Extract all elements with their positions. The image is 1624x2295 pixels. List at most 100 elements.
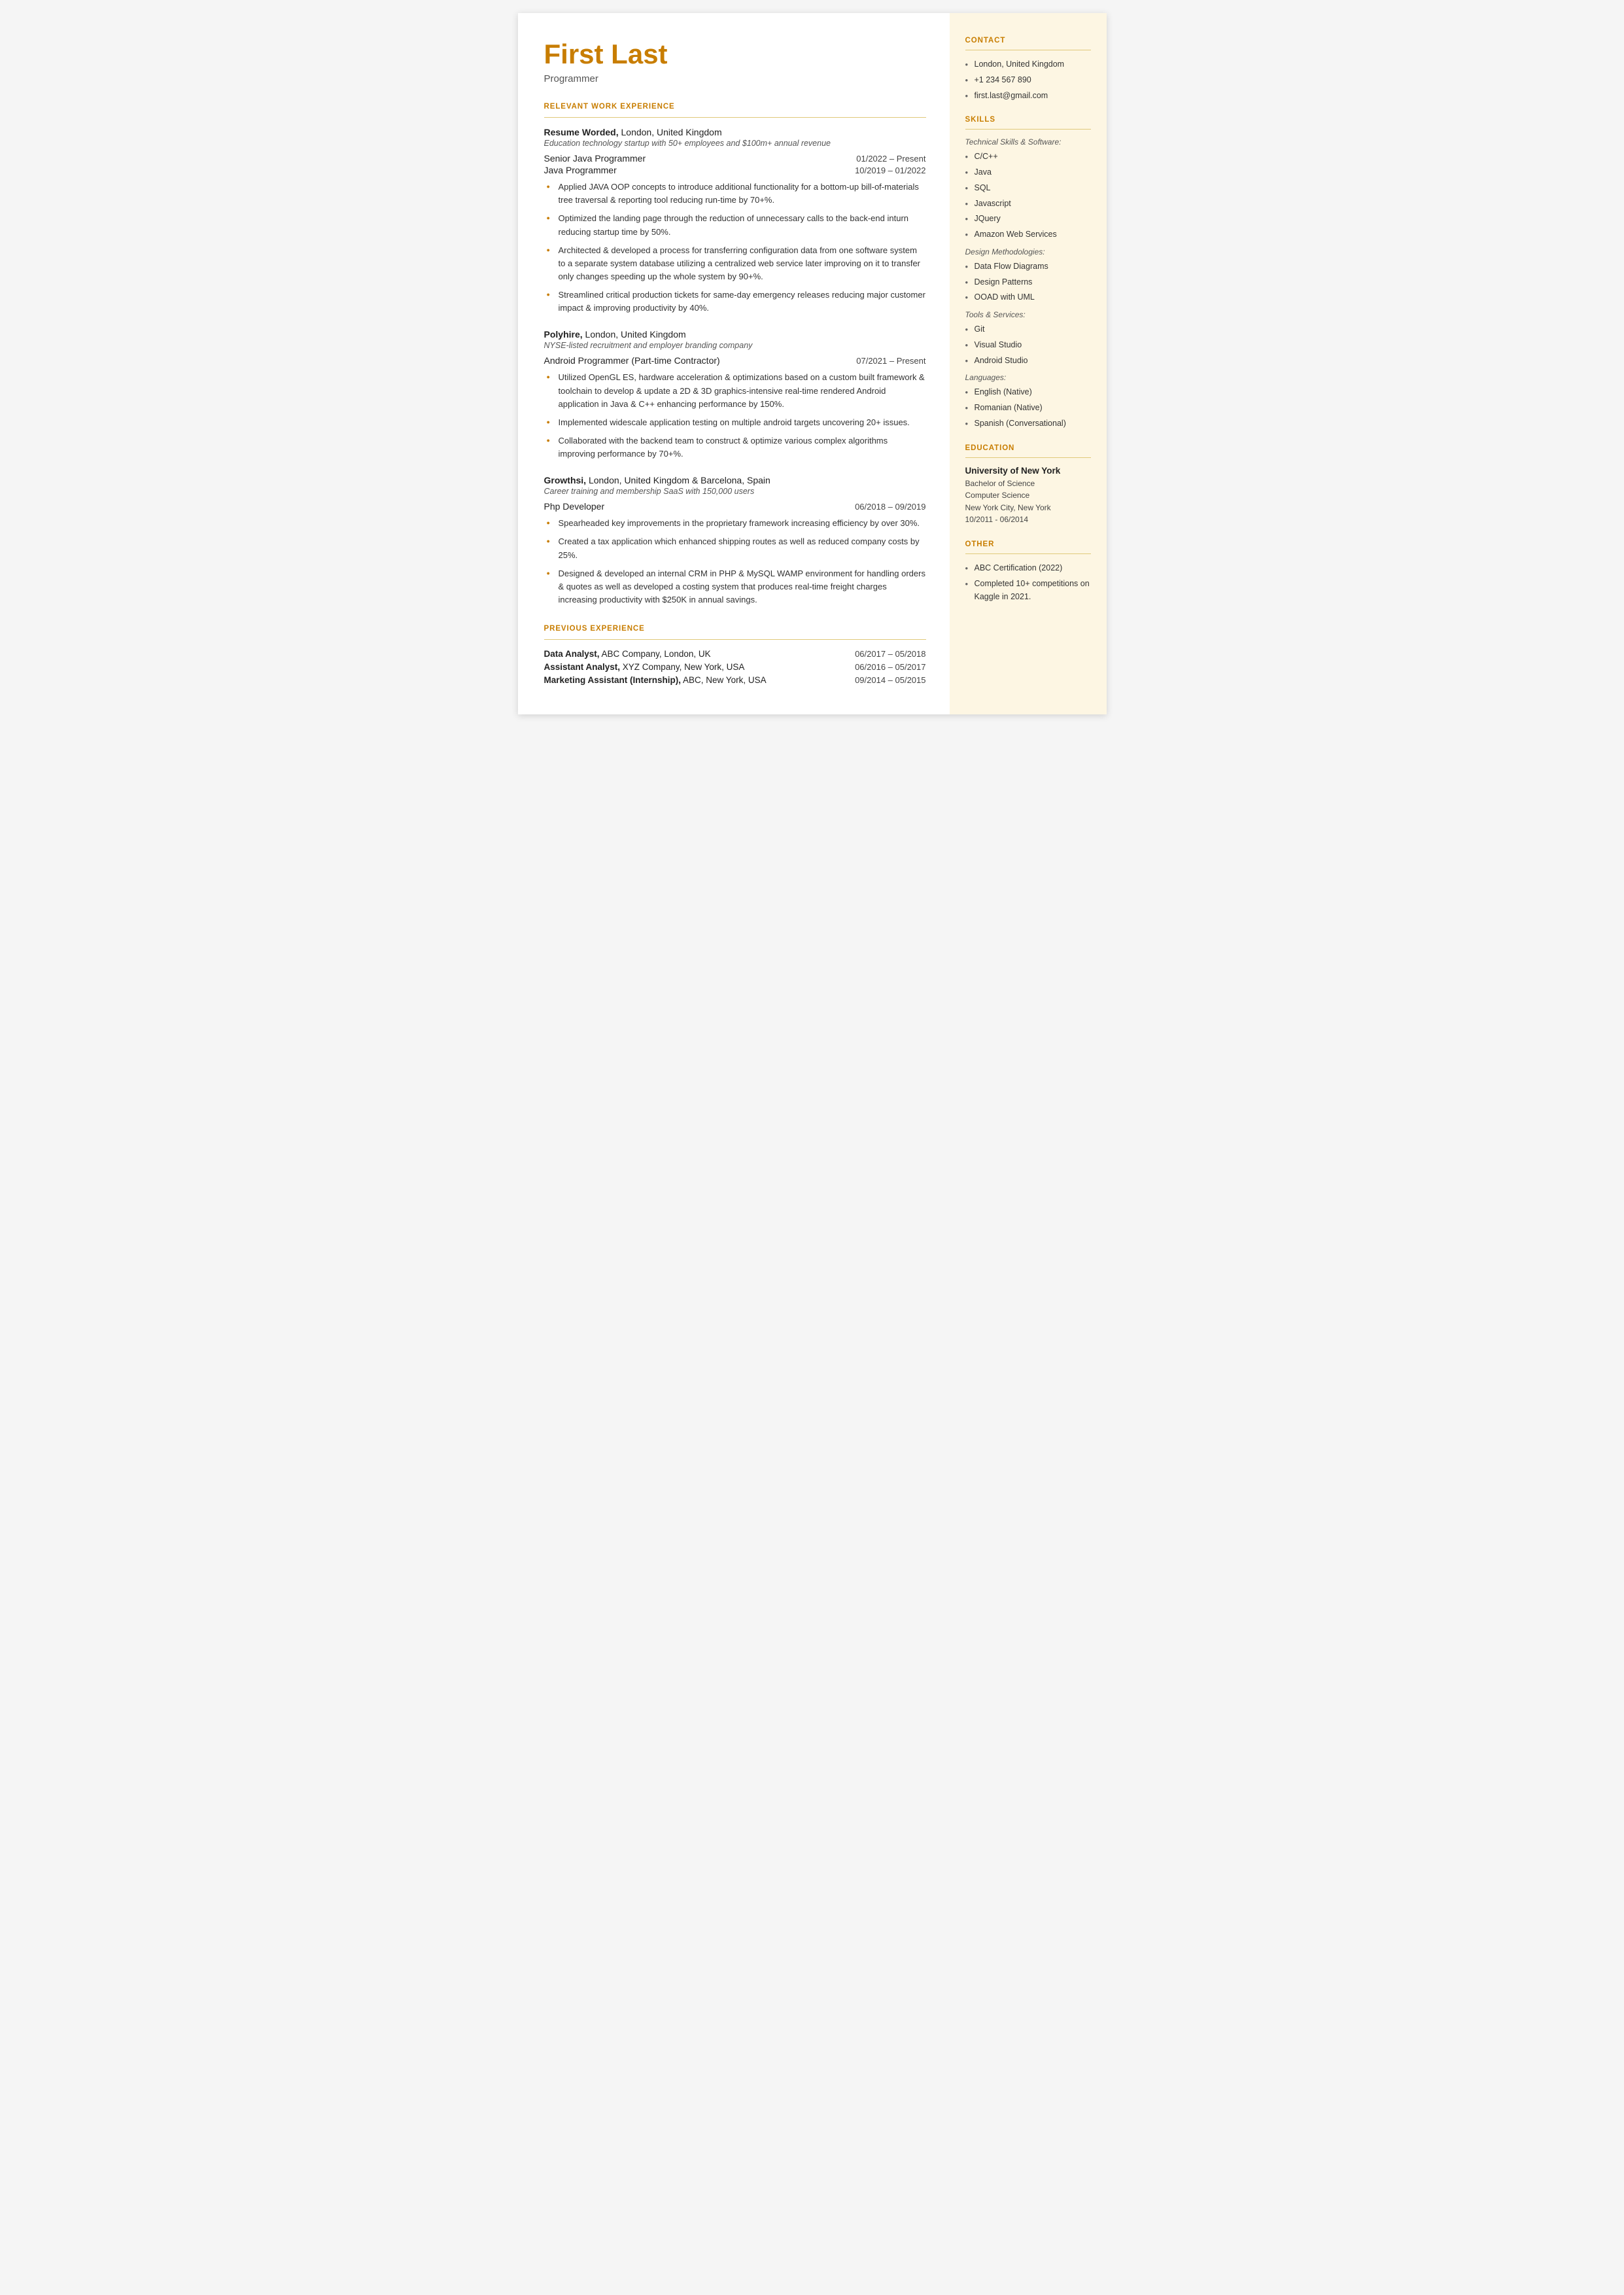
other-item-0: ABC Certification (2022) — [965, 562, 1091, 574]
skill-item-1-2: OOAD with UML — [965, 291, 1091, 304]
education-title: EDUCATION — [965, 444, 1091, 452]
prev-exp-row-0: Data Analyst, ABC Company, London, UK 06/… — [544, 649, 926, 659]
job-row-0-1: Java Programmer 10/2019 – 01/2022 — [544, 165, 926, 175]
bullet-item-2-1: Created a tax application which enhanced… — [544, 535, 926, 561]
bullet-item-0-2: Architected & developed a process for tr… — [544, 244, 926, 283]
edu-degree: Bachelor of Science — [965, 478, 1091, 490]
companies-container: Resume Worded, London, United Kingdom Edu… — [544, 127, 926, 606]
education-divider — [965, 457, 1091, 458]
company-desc-0: Education technology startup with 50+ em… — [544, 139, 926, 148]
divider-relevant-work — [544, 117, 926, 118]
bullet-item-0-0: Applied JAVA OOP concepts to introduce a… — [544, 181, 926, 207]
job-row-2-0: Php Developer 06/2018 – 09/2019 — [544, 501, 926, 512]
edu-location: New York City, New York — [965, 502, 1091, 514]
other-container: ABC Certification (2022) Completed 10+ co… — [965, 562, 1091, 603]
bullet-item-2-0: Spearheaded key improvements in the prop… — [544, 517, 926, 530]
skill-item-3-1: Romanian (Native) — [965, 402, 1091, 414]
company-name-0: Resume Worded, London, United Kingdom — [544, 127, 926, 137]
previous-experience-container: Data Analyst, ABC Company, London, UK 06/… — [544, 649, 926, 685]
skill-item-0-3: Javascript — [965, 198, 1091, 210]
company-name-2: Growthsi, London, United Kingdom & Barce… — [544, 475, 926, 485]
prev-exp-row-2: Marketing Assistant (Internship), ABC, N… — [544, 675, 926, 685]
skills-list-1: Data Flow Diagrams Design Patterns OOAD wi… — [965, 260, 1091, 304]
contact-title: CONTACT — [965, 37, 1091, 44]
skill-item-0-5: Amazon Web Services — [965, 228, 1091, 241]
skills-container: Technical Skills & Software: C/C++ Java SQL… — [965, 137, 1091, 429]
bullet-list-1: Utilized OpenGL ES, hardware acceleratio… — [544, 371, 926, 461]
skills-title: SKILLS — [965, 116, 1091, 124]
prev-exp-date-0: 06/2017 – 05/2018 — [855, 649, 925, 659]
skill-item-2-2: Android Studio — [965, 355, 1091, 367]
skill-item-1-1: Design Patterns — [965, 276, 1091, 289]
company-name-1: Polyhire, London, United Kingdom — [544, 329, 926, 340]
applicant-name: First Last — [544, 39, 926, 69]
company-block-2: Growthsi, London, United Kingdom & Barce… — [544, 475, 926, 606]
contact-list: London, United Kingdom +1 234 567 890 firs… — [965, 58, 1091, 101]
skill-item-1-0: Data Flow Diagrams — [965, 260, 1091, 273]
company-block-0: Resume Worded, London, United Kingdom Edu… — [544, 127, 926, 315]
skills-subcategory-1: Design Methodologies: — [965, 247, 1091, 256]
skills-subcategory-0: Technical Skills & Software: — [965, 137, 1091, 147]
resume-container: First Last Programmer RELEVANT WORK EXPE… — [518, 13, 1107, 714]
job-title-2-0: Php Developer — [544, 501, 605, 512]
job-date-1-0: 07/2021 – Present — [856, 356, 925, 366]
job-row-0-0: Senior Java Programmer 01/2022 – Present — [544, 153, 926, 164]
company-desc-2: Career training and membership SaaS with… — [544, 487, 926, 496]
prev-exp-label-0: Data Analyst, ABC Company, London, UK — [544, 649, 711, 659]
skill-item-2-0: Git — [965, 323, 1091, 336]
skills-list-0: C/C++ Java SQL Javascript JQuery Amazon Web S… — [965, 150, 1091, 241]
other-title: OTHER — [965, 540, 1091, 548]
prev-exp-label-2: Marketing Assistant (Internship), ABC, N… — [544, 675, 767, 685]
skill-item-0-0: C/C++ — [965, 150, 1091, 163]
skills-list-3: English (Native) Romanian (Native) Spanish… — [965, 386, 1091, 429]
contact-item-0: London, United Kingdom — [965, 58, 1091, 71]
skill-item-0-1: Java — [965, 166, 1091, 179]
skills-section: SKILLS Technical Skills & Software: C/C++… — [965, 116, 1091, 429]
contact-item-2: first.last@gmail.com — [965, 90, 1091, 102]
education-section: EDUCATION University of New York Bachelo… — [965, 444, 1091, 526]
company-block-1: Polyhire, London, United KingdomNYSE-lis… — [544, 329, 926, 461]
skills-subcategory-3: Languages: — [965, 373, 1091, 382]
bullet-list-2: Spearheaded key improvements in the prop… — [544, 517, 926, 606]
prev-exp-date-2: 09/2014 – 05/2015 — [855, 675, 925, 685]
job-row-1-0: Android Programmer (Part-time Contractor… — [544, 355, 926, 366]
job-title-0-1: Java Programmer — [544, 165, 617, 175]
contact-item-1: +1 234 567 890 — [965, 74, 1091, 86]
skill-item-0-4: JQuery — [965, 213, 1091, 225]
contact-section: CONTACT London, United Kingdom +1 234 567… — [965, 37, 1091, 101]
edu-school: University of New York — [965, 466, 1091, 476]
prev-exp-row-1: Assistant Analyst, XYZ Company, New York… — [544, 662, 926, 672]
other-item-1: Completed 10+ competitions on Kaggle in … — [965, 578, 1091, 603]
job-title-0-0: Senior Java Programmer — [544, 153, 646, 164]
other-section: OTHER ABC Certification (2022) Completed … — [965, 540, 1091, 603]
prev-exp-date-1: 06/2016 – 05/2017 — [855, 662, 925, 672]
edu-dates: 10/2011 - 06/2014 — [965, 514, 1091, 526]
section-relevant-work-title: RELEVANT WORK EXPERIENCE — [544, 103, 926, 111]
prev-exp-label-1: Assistant Analyst, XYZ Company, New York… — [544, 662, 745, 672]
divider-previous-work — [544, 639, 926, 640]
skill-item-2-1: Visual Studio — [965, 339, 1091, 351]
bullet-item-2-2: Designed & developed an internal CRM in … — [544, 567, 926, 606]
job-title-1-0: Android Programmer (Part-time Contractor… — [544, 355, 720, 366]
job-date-2-0: 06/2018 – 09/2019 — [855, 502, 925, 512]
bullet-item-0-1: Optimized the landing page through the r… — [544, 212, 926, 238]
left-column: First Last Programmer RELEVANT WORK EXPE… — [518, 13, 950, 714]
section-previous-work-title: PREVIOUS EXPERIENCE — [544, 625, 926, 633]
skill-item-3-0: English (Native) — [965, 386, 1091, 398]
bullet-item-0-3: Streamlined critical production tickets … — [544, 289, 926, 315]
company-desc-1: NYSE-listed recruitment and employer bra… — [544, 341, 926, 350]
skill-item-0-2: SQL — [965, 182, 1091, 194]
right-column: CONTACT London, United Kingdom +1 234 567… — [950, 13, 1107, 714]
job-date-0-0: 01/2022 – Present — [856, 154, 925, 164]
other-divider — [965, 553, 1091, 554]
bullet-item-1-1: Implemented widescale application testin… — [544, 416, 926, 429]
bullet-list-0: Applied JAVA OOP concepts to introduce a… — [544, 181, 926, 315]
skill-item-3-2: Spanish (Conversational) — [965, 417, 1091, 430]
skills-list-2: Git Visual Studio Android Studio — [965, 323, 1091, 366]
applicant-title: Programmer — [544, 73, 926, 84]
bullet-item-1-0: Utilized OpenGL ES, hardware acceleratio… — [544, 371, 926, 410]
job-date-0-1: 10/2019 – 01/2022 — [855, 166, 925, 175]
skills-divider — [965, 129, 1091, 130]
bullet-item-1-2: Collaborated with the backend team to co… — [544, 434, 926, 461]
edu-field: Computer Science — [965, 489, 1091, 502]
